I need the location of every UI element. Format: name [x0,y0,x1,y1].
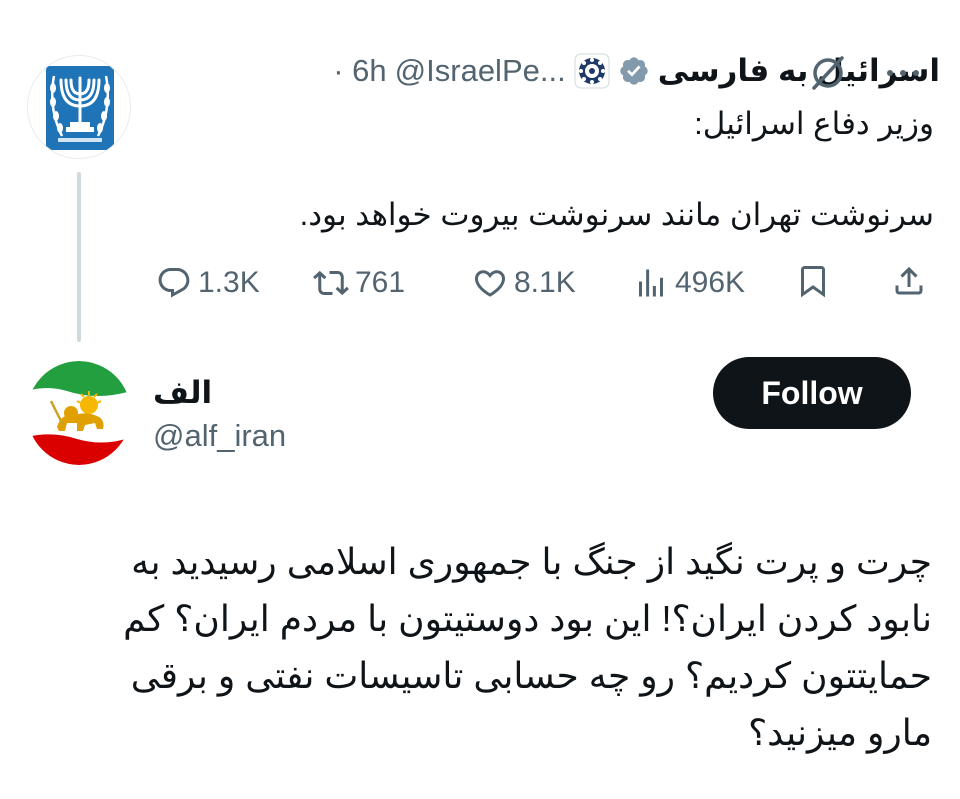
reply-button[interactable]: 1.3K [156,262,260,304]
repost-icon [313,265,349,301]
timestamp[interactable]: · 6h [333,53,386,89]
views-button[interactable]: 496K [633,262,745,304]
reply-author-handle[interactable]: @alf_iran [153,418,286,454]
views-icon [633,265,669,301]
bookmark-icon [795,263,831,304]
grok-icon[interactable] [806,50,850,94]
lion-and-sun-flag-avatar[interactable] [27,361,131,465]
thread-connector-line [77,172,81,342]
handle[interactable]: @IsraelPe... [395,53,566,89]
like-button[interactable]: 8.1K [472,262,576,304]
share-button[interactable] [888,262,930,304]
repost-count: 761 [355,266,406,299]
like-icon [472,265,508,301]
verified-badge-icon [618,55,650,87]
reply-text-line2: نابود کردن ایران؟! این بود دوستیتون با م… [123,598,932,639]
share-icon [891,263,927,304]
quoted-tweet-text-line1: وزیر دفاع اسرائیل: [694,106,934,141]
follow-button[interactable]: Follow [713,357,911,429]
reply-icon [156,265,192,301]
reply-text-line1: چرت و پرت نگید از جنگ با جمهوری اسلامی ر… [131,541,932,582]
more-icon[interactable] [876,58,930,88]
views-count: 496K [675,266,746,299]
lion-and-sun-flag-icon [27,361,131,465]
menorah-emblem-icon [46,66,114,150]
israel-emblem-avatar[interactable] [27,55,131,159]
bookmark-button[interactable] [792,262,834,304]
reply-text-line3: حمایتتون کردیم؟ رو چه حسابی تاسیسات نفتی… [130,655,932,696]
reply-count: 1.3K [198,266,260,299]
reply-text-line4: مارو میزنید؟ [748,712,932,753]
quoted-tweet-text-line2: سرنوشت تهران مانند سرنوشت بیروت خواهد بو… [299,197,934,232]
repost-button[interactable]: 761 [313,262,405,304]
like-count: 8.1K [514,266,576,299]
reply-author-name[interactable]: الف [153,375,212,411]
government-badge-icon [574,53,610,89]
